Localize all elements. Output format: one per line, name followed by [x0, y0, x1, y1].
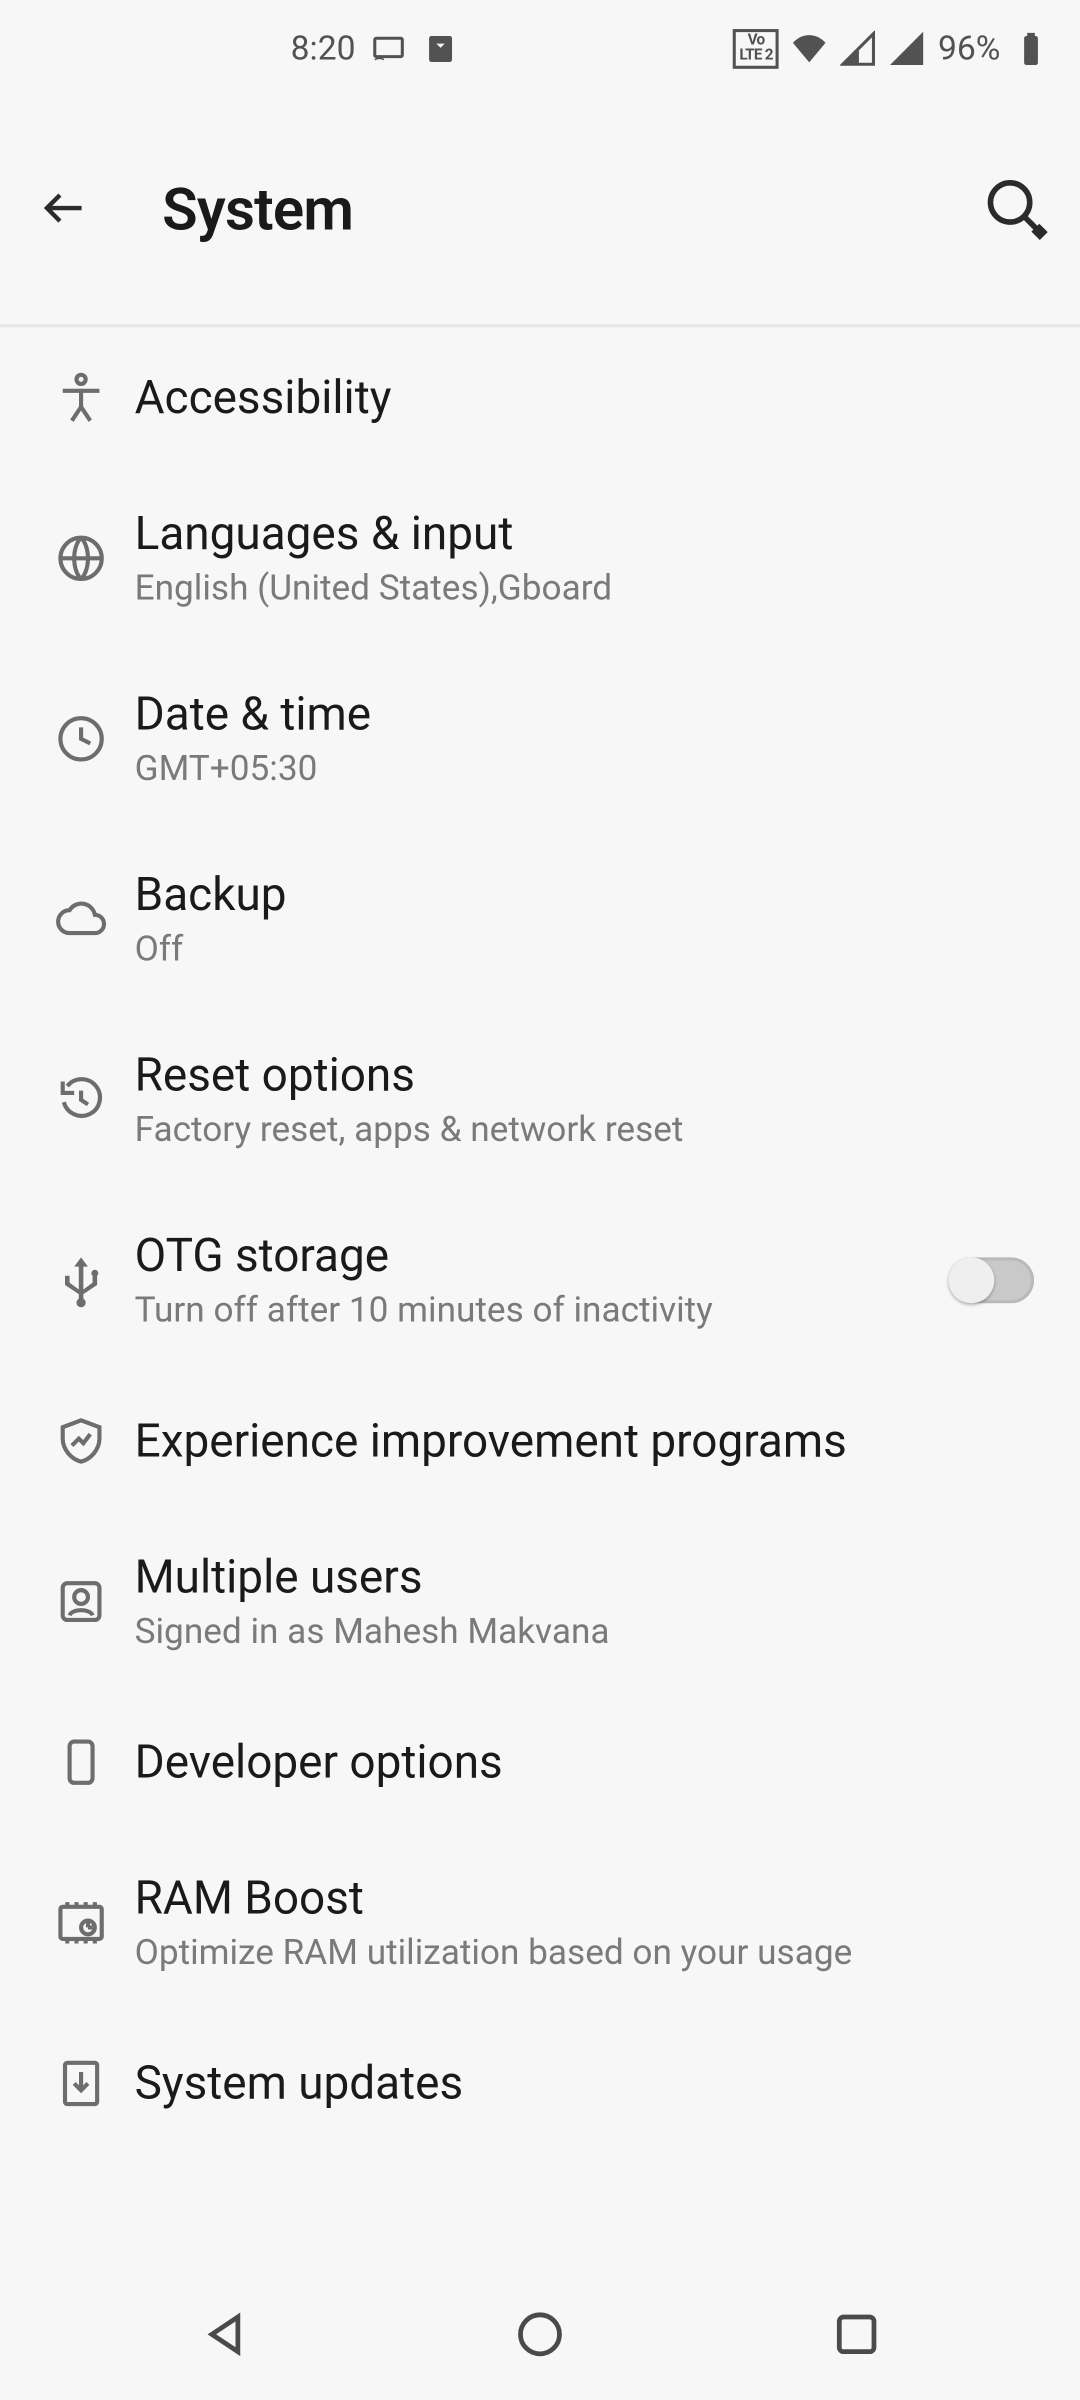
status-bar: 8:20 VoLTE 2 96%: [0, 0, 1080, 98]
user-icon: [28, 1574, 135, 1629]
item-title: RAM Boost: [135, 1872, 1053, 1926]
item-title: Languages & input: [135, 508, 1053, 562]
battery-percent: 96%: [938, 30, 1000, 68]
item-subtitle: Turn off after 10 minutes of inactivity: [135, 1290, 930, 1331]
arrow-left-icon: [38, 182, 90, 240]
item-subtitle: GMT+05:30: [135, 748, 1053, 789]
item-title: Accessibility: [135, 371, 1053, 425]
status-time: 8:20: [291, 30, 356, 68]
status-left: 8:20: [31, 30, 734, 68]
cast-icon: [371, 31, 408, 68]
signal-2-icon: [889, 31, 926, 68]
cloud-icon: [28, 892, 135, 947]
settings-list: Accessibility Languages & input English (U…: [0, 327, 1080, 2276]
item-title: Developer options: [135, 1735, 1053, 1789]
settings-item-shield[interactable]: Experience improvement programs: [0, 1371, 1080, 1512]
signal-1-icon: [840, 31, 877, 68]
item-subtitle: Off: [135, 929, 1053, 970]
settings-item-usb[interactable]: OTG storage Turn off after 10 minutes of …: [0, 1190, 1080, 1371]
square-recents-icon: [830, 2308, 882, 2366]
circle-home-icon: [514, 2308, 566, 2366]
item-texts: System updates: [135, 2057, 1053, 2111]
usb-icon: [28, 1253, 135, 1308]
item-subtitle: Factory reset, apps & network reset: [135, 1109, 1053, 1150]
item-title: Backup: [135, 869, 1053, 923]
card-icon: [423, 31, 460, 68]
item-subtitle: English (United States),Gboard: [135, 568, 1053, 609]
item-title: Multiple users: [135, 1551, 1053, 1605]
app-bar: System: [0, 98, 1080, 327]
accessibility-icon: [28, 370, 135, 425]
item-title: Experience improvement programs: [135, 1414, 1053, 1468]
item-texts: Reset options Factory reset, apps & netwo…: [135, 1049, 1053, 1150]
settings-item-clock[interactable]: Date & time GMT+05:30: [0, 649, 1080, 830]
item-title: OTG storage: [135, 1230, 930, 1284]
globe-icon: [28, 531, 135, 586]
item-title: Reset options: [135, 1049, 1053, 1103]
nav-back-button[interactable]: [132, 2301, 316, 2374]
device-icon: [28, 1735, 135, 1790]
item-title: Date & time: [135, 688, 1053, 742]
navigation-bar: [0, 2276, 1080, 2398]
nav-home-button[interactable]: [448, 2301, 632, 2374]
search-button[interactable]: [979, 174, 1052, 247]
settings-item-device[interactable]: Developer options: [0, 1692, 1080, 1833]
otg-toggle[interactable]: [948, 1257, 1034, 1303]
search-icon: [982, 174, 1049, 247]
clock-icon: [28, 711, 135, 766]
back-button[interactable]: [28, 174, 101, 247]
item-texts: Languages & input English (United States)…: [135, 508, 1053, 609]
item-texts: Experience improvement programs: [135, 1414, 1053, 1468]
ram-icon: [28, 1895, 135, 1950]
nav-recents-button[interactable]: [764, 2301, 948, 2374]
item-subtitle: Signed in as Mahesh Makvana: [135, 1611, 1053, 1652]
item-texts: Date & time GMT+05:30: [135, 688, 1053, 789]
item-texts: Multiple users Signed in as Mahesh Makvan…: [135, 1551, 1053, 1652]
item-texts: Developer options: [135, 1735, 1053, 1789]
item-subtitle: Optimize RAM utilization based on your u…: [135, 1932, 1053, 1973]
item-trail: [930, 1257, 1052, 1303]
settings-item-accessibility[interactable]: Accessibility: [0, 327, 1080, 468]
triangle-back-icon: [198, 2308, 250, 2366]
settings-item-user[interactable]: Multiple users Signed in as Mahesh Makvan…: [0, 1511, 1080, 1692]
item-texts: Backup Off: [135, 869, 1053, 970]
status-right: VoLTE 2 96%: [733, 29, 1049, 69]
download-icon: [28, 2056, 135, 2111]
shield-icon: [28, 1413, 135, 1468]
settings-item-globe[interactable]: Languages & input English (United States)…: [0, 468, 1080, 649]
settings-item-history[interactable]: Reset options Factory reset, apps & netwo…: [0, 1010, 1080, 1191]
settings-item-ram[interactable]: RAM Boost Optimize RAM utilization based …: [0, 1833, 1080, 2014]
page-title: System: [101, 177, 979, 244]
wifi-icon: [791, 31, 828, 68]
item-texts: RAM Boost Optimize RAM utilization based …: [135, 1872, 1053, 1973]
item-title: System updates: [135, 2057, 1053, 2111]
toggle-knob: [948, 1257, 994, 1303]
settings-item-cloud[interactable]: Backup Off: [0, 829, 1080, 1010]
battery-icon: [1013, 31, 1050, 68]
item-texts: Accessibility: [135, 371, 1053, 425]
settings-item-download[interactable]: System updates: [0, 2013, 1080, 2154]
volte-icon: VoLTE 2: [733, 29, 779, 69]
item-texts: OTG storage Turn off after 10 minutes of …: [135, 1230, 930, 1331]
history-icon: [28, 1072, 135, 1127]
